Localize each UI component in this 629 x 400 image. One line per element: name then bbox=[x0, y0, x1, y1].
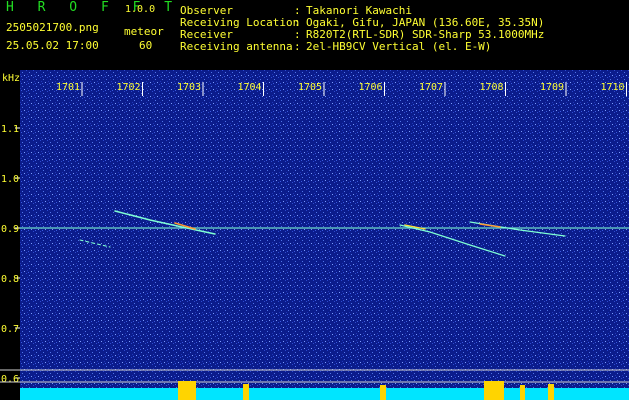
time-tick-label-1: 1702 bbox=[116, 82, 140, 93]
count-text: 60 bbox=[139, 39, 153, 52]
time-tick-label-9: 1710 bbox=[600, 82, 624, 93]
freq-tick-label-2: 0.9 bbox=[1, 224, 19, 235]
time-tick-label-3: 1704 bbox=[237, 82, 261, 93]
mode-text: meteor bbox=[124, 25, 164, 38]
antenna-label: Receiving antenna bbox=[180, 40, 293, 53]
left-axis-strip bbox=[0, 70, 20, 400]
unit-label: kHz bbox=[2, 73, 20, 84]
time-tick-label-6: 1707 bbox=[419, 82, 443, 93]
freq-tick-label-5: 0.6 bbox=[1, 374, 19, 385]
datetime-text: 25.05.02 17:00 bbox=[6, 39, 99, 52]
filename-text: 2505021700.png bbox=[6, 21, 99, 34]
spectrogram-plot: 1.1 1.0 0.9 0.8 0.7 0.6 1701 1702 1703 1704 1705 1… bbox=[0, 70, 629, 400]
header-panel: H R O F F T 1.0.0 2505021700.png meteor … bbox=[0, 0, 629, 70]
time-tick-label-5: 1706 bbox=[358, 82, 382, 93]
freq-tick-label-3: 0.8 bbox=[1, 274, 19, 285]
time-tick-label-4: 1705 bbox=[298, 82, 322, 93]
antenna-value: 2el-HB9CV Vertical (el. E-W) bbox=[306, 40, 492, 53]
time-tick-label-2: 1703 bbox=[177, 82, 201, 93]
time-tick-label-8: 1709 bbox=[540, 82, 564, 93]
freq-tick-label-1: 1.0 bbox=[1, 174, 19, 185]
app-version: 1.0.0 bbox=[125, 4, 156, 15]
antenna-sep: : bbox=[294, 40, 301, 53]
signal-level-bar bbox=[20, 388, 629, 400]
time-tick-label-0: 1701 bbox=[56, 82, 80, 93]
time-tick-label-7: 1708 bbox=[479, 82, 503, 93]
freq-tick-label-0: 1.1 bbox=[1, 124, 19, 135]
spectrogram-background bbox=[20, 70, 629, 400]
freq-tick-label-4: 0.7 bbox=[1, 324, 19, 335]
